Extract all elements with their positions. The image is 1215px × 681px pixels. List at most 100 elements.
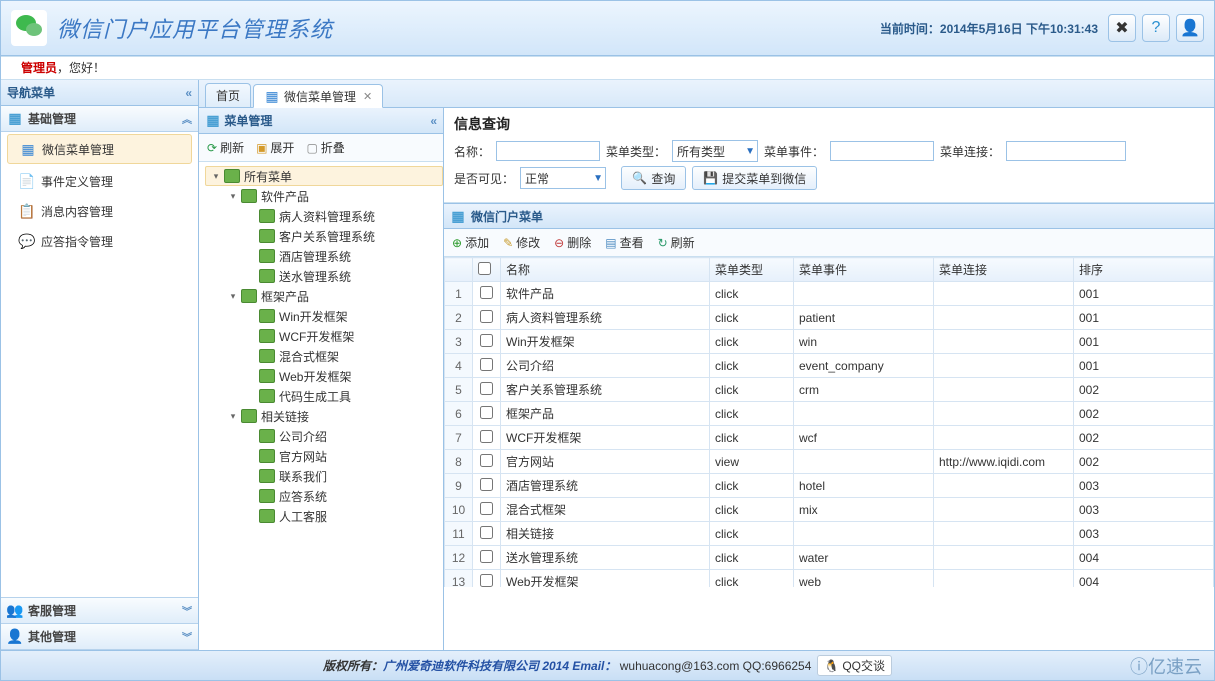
column-header[interactable]: 菜单连接 [934,258,1074,282]
table-row[interactable]: 4公司介绍clickevent_company001 [445,354,1214,378]
row-checkbox[interactable] [480,550,493,563]
row-checkbox[interactable] [480,406,493,419]
sidebar-item-2[interactable]: 📋消息内容管理 [1,196,198,226]
table-row[interactable]: 10混合式框架clickmix003 [445,498,1214,522]
sidebar-item-0[interactable]: ▦微信菜单管理 [7,134,192,164]
user-icon[interactable]: 👤 [1176,14,1204,42]
add-button[interactable]: ⊕添加 [452,234,489,251]
event-input[interactable] [830,141,934,161]
table-row[interactable]: 8官方网站viewhttp://www.iqidi.com002 [445,450,1214,474]
view-button[interactable]: ▤查看 [605,234,643,251]
column-header[interactable]: 菜单类型 [710,258,794,282]
table-row[interactable]: 9酒店管理系统clickhotel003 [445,474,1214,498]
settings-icon[interactable]: ✖︎ [1108,14,1136,42]
chevron-up-icon: ︽ [182,111,192,126]
table-row[interactable]: 1软件产品click001 [445,282,1214,306]
tree-node[interactable]: 混合式框架 [205,346,443,366]
tree-node[interactable]: Win开发框架 [205,306,443,326]
edit-button[interactable]: ✎修改 [503,234,540,251]
row-checkbox[interactable] [480,310,493,323]
tree-node[interactable]: 应答系统 [205,486,443,506]
delete-button[interactable]: ⊖删除 [554,234,591,251]
tree-node[interactable]: ▾软件产品 [205,186,443,206]
tree-expand-button[interactable]: ▣展开 [256,139,294,156]
tab-1[interactable]: ▦微信菜单管理✕ [253,84,383,108]
cell-event [794,522,934,546]
nav-title-label: 导航菜单 [7,84,55,101]
row-checkbox[interactable] [480,574,493,587]
link-input[interactable] [1006,141,1126,161]
cmd-icon: 💬 [19,233,35,249]
nav-group-service[interactable]: 👥 客服管理 ︾ [1,598,198,624]
tree-node[interactable]: ▾所有菜单 [205,166,443,186]
type-value: 所有类型 [677,143,725,160]
grid-refresh-button[interactable]: ↻刷新 [658,234,695,251]
sidebar-item-1[interactable]: 📄事件定义管理 [1,166,198,196]
tab-label: 首页 [216,87,240,104]
tree-node[interactable]: 官方网站 [205,446,443,466]
table-row[interactable]: 12送水管理系统clickwater004 [445,546,1214,570]
tree-node[interactable]: ▾框架产品 [205,286,443,306]
row-checkbox[interactable] [480,502,493,515]
folder-icon [241,289,257,303]
tree-node[interactable]: 送水管理系统 [205,266,443,286]
help-icon[interactable]: ? [1142,14,1170,42]
type-select[interactable]: 所有类型▼ [672,140,758,162]
tree-node[interactable]: ▾相关链接 [205,406,443,426]
tree-node[interactable]: 酒店管理系统 [205,246,443,266]
cell-name: Win开发框架 [501,330,710,354]
column-header[interactable]: 名称 [501,258,710,282]
row-checkbox[interactable] [480,334,493,347]
qq-icon: 🐧 [824,659,839,673]
tree-node[interactable]: 人工客服 [205,506,443,526]
row-checkbox[interactable] [480,286,493,299]
search-button[interactable]: 🔍查询 [621,166,686,190]
row-checkbox[interactable] [480,430,493,443]
table-row[interactable]: 11相关链接click003 [445,522,1214,546]
column-header[interactable] [445,258,473,282]
caret-icon[interactable]: ▾ [227,411,239,422]
close-icon[interactable]: ✕ [363,90,372,103]
tree-node[interactable]: 病人资料管理系统 [205,206,443,226]
tree-node[interactable]: WCF开发框架 [205,326,443,346]
collapse-nav-icon[interactable]: « [185,86,192,100]
tab-0[interactable]: 首页 [205,83,251,107]
column-header[interactable]: 排序 [1074,258,1214,282]
tree-node[interactable]: 客户关系管理系统 [205,226,443,246]
folder-icon [259,369,275,383]
cell-link [934,330,1074,354]
name-input[interactable] [496,141,600,161]
table-row[interactable]: 2病人资料管理系统clickpatient001 [445,306,1214,330]
tree-node[interactable]: 公司介绍 [205,426,443,446]
caret-icon[interactable]: ▾ [227,291,239,302]
caret-icon[interactable]: ▾ [227,191,239,202]
collapse-tree-icon[interactable]: « [430,114,437,128]
row-checkbox[interactable] [480,526,493,539]
tree-node[interactable]: Web开发框架 [205,366,443,386]
nav-group-other[interactable]: 👤 其他管理 ︾ [1,624,198,650]
tree-collapse-button[interactable]: ▢折叠 [306,139,344,156]
table-row[interactable]: 13Web开发框架clickweb004 [445,570,1214,588]
row-checkbox[interactable] [480,454,493,467]
submit-wechat-button[interactable]: 💾提交菜单到微信 [692,166,817,190]
column-header[interactable] [473,258,501,282]
row-checkbox[interactable] [480,358,493,371]
sidebar-item-3[interactable]: 💬应答指令管理 [1,226,198,256]
table-row[interactable]: 6框架产品click002 [445,402,1214,426]
column-header[interactable]: 菜单事件 [794,258,934,282]
select-all-checkbox[interactable] [478,262,491,275]
tree-node[interactable]: 联系我们 [205,466,443,486]
nav-group-basic[interactable]: ▦ 基础管理 ︽ [1,106,198,132]
caret-icon[interactable]: ▾ [210,171,222,182]
row-checkbox[interactable] [480,478,493,491]
row-checkbox[interactable] [480,382,493,395]
qq-chat-button[interactable]: 🐧QQ交谈 [817,655,892,676]
table-row[interactable]: 5客户关系管理系统clickcrm002 [445,378,1214,402]
table-row[interactable]: 3Win开发框架clickwin001 [445,330,1214,354]
footer-email[interactable]: wuhuacong@163.com [620,659,740,673]
cell-link [934,426,1074,450]
table-row[interactable]: 7WCF开发框架clickwcf002 [445,426,1214,450]
tree-node[interactable]: 代码生成工具 [205,386,443,406]
tree-refresh-button[interactable]: ⟳刷新 [207,139,244,156]
visible-select[interactable]: 正常▼ [520,167,606,189]
